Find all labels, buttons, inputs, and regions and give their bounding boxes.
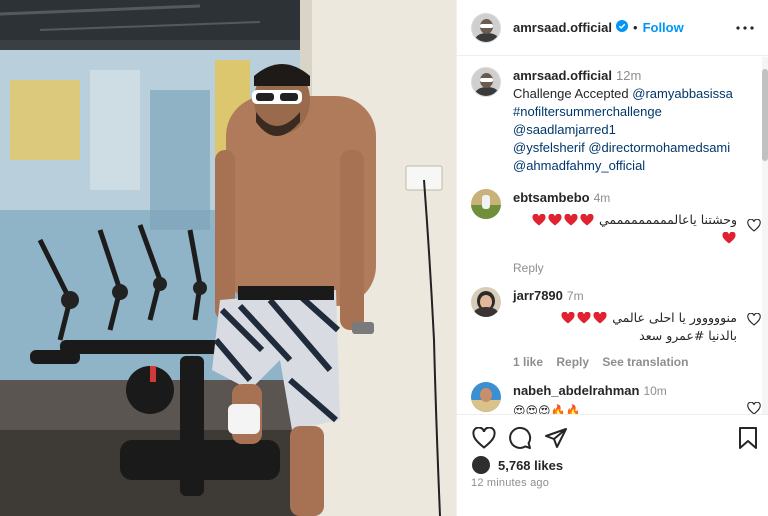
comment-item: jarr7890 7m منووووور يا احلى عالمي بالدني… bbox=[471, 287, 761, 371]
likes-summary[interactable]: 5,768 likes bbox=[471, 455, 563, 475]
comment-text: وحشتنا ياعالمممممممممي bbox=[598, 212, 737, 227]
gym-scene bbox=[0, 0, 456, 516]
caption-time: 12m bbox=[616, 68, 642, 83]
hashtag-link[interactable]: #nofiltersummerchallenge bbox=[513, 103, 733, 121]
post-header: amrsaad.official • Follow bbox=[457, 0, 768, 56]
comment-time: 7m bbox=[566, 289, 584, 303]
caption-avatar[interactable] bbox=[471, 67, 501, 97]
more-options-icon[interactable] bbox=[735, 18, 755, 38]
comment-like-icon[interactable] bbox=[747, 312, 761, 327]
comments-scroll-area[interactable]: amrsaad.official 12m Challenge Accepted @… bbox=[457, 57, 768, 414]
heart-emoji-group bbox=[560, 309, 608, 327]
comments-scrollbar[interactable] bbox=[762, 57, 768, 414]
reply-button[interactable]: Reply bbox=[513, 261, 544, 275]
mention-link[interactable]: @ahmadfahmy_official bbox=[513, 157, 733, 175]
commenter-username[interactable]: nabeh_abdelrahman bbox=[513, 383, 639, 398]
heart-icon[interactable] bbox=[471, 425, 497, 451]
comment-item: nabeh_abdelrahman 10m 😍😍😍🔥🔥 bbox=[471, 382, 761, 414]
see-translation-button[interactable]: See translation bbox=[602, 355, 688, 369]
mention-link[interactable]: @ramyabbasissa bbox=[632, 86, 733, 101]
separator-dot: • bbox=[633, 20, 638, 35]
verified-badge-icon bbox=[616, 19, 628, 37]
commenter-avatar[interactable] bbox=[471, 382, 501, 412]
author-username[interactable]: amrsaad.official bbox=[513, 20, 612, 35]
mention-link[interactable]: @ysfelsherif bbox=[513, 140, 585, 155]
comment-time: 10m bbox=[643, 384, 667, 398]
caption-intro: Challenge Accepted bbox=[513, 86, 629, 101]
post-caption: amrsaad.official 12m Challenge Accepted @… bbox=[471, 67, 761, 175]
comment-like-icon[interactable] bbox=[747, 218, 761, 233]
commenter-avatar[interactable] bbox=[471, 189, 501, 219]
comment-like-icon[interactable] bbox=[747, 401, 761, 414]
share-icon[interactable] bbox=[543, 425, 569, 451]
author-avatar[interactable] bbox=[471, 12, 501, 43]
comment-text: منووووور يا احلى عالمي bbox=[612, 310, 737, 325]
save-icon[interactable] bbox=[735, 425, 761, 451]
heart-emoji-group bbox=[513, 229, 737, 247]
commenter-avatar[interactable] bbox=[471, 287, 501, 317]
commenter-username[interactable]: ebtsambebo bbox=[513, 190, 590, 205]
comment-icon[interactable] bbox=[507, 425, 533, 451]
mention-link[interactable]: @directormohamedsami bbox=[588, 140, 730, 155]
comment-time: 4m bbox=[593, 191, 611, 205]
comment-like-count[interactable]: 1 like bbox=[513, 355, 543, 369]
scrollbar-thumb[interactable] bbox=[762, 69, 768, 161]
commenter-username[interactable]: jarr7890 bbox=[513, 288, 563, 303]
mention-link[interactable]: @saadlamjarred1 bbox=[513, 121, 733, 139]
post-timestamp[interactable]: 12 minutes ago bbox=[471, 477, 549, 489]
post-photo[interactable] bbox=[0, 0, 456, 516]
liker-avatar bbox=[471, 455, 491, 475]
comment-text-line2: بالدنيا #عمرو سعد bbox=[639, 328, 737, 343]
likes-count[interactable]: 5,768 likes bbox=[498, 458, 563, 473]
post-side-panel: amrsaad.official • Follow amrsaad.offici… bbox=[456, 0, 768, 516]
follow-button[interactable]: Follow bbox=[643, 20, 684, 35]
comment-item: ebtsambebo 4m وحشتنا ياعالمممممممممي Repl… bbox=[471, 189, 761, 277]
post-footer: 5,768 likes 12 minutes ago bbox=[457, 414, 768, 516]
comment-emoji: 😍😍😍🔥🔥 bbox=[513, 404, 581, 414]
action-bar bbox=[471, 425, 761, 451]
heart-emoji-group bbox=[531, 211, 595, 229]
reply-button[interactable]: Reply bbox=[556, 355, 589, 369]
caption-username[interactable]: amrsaad.official bbox=[513, 68, 612, 83]
